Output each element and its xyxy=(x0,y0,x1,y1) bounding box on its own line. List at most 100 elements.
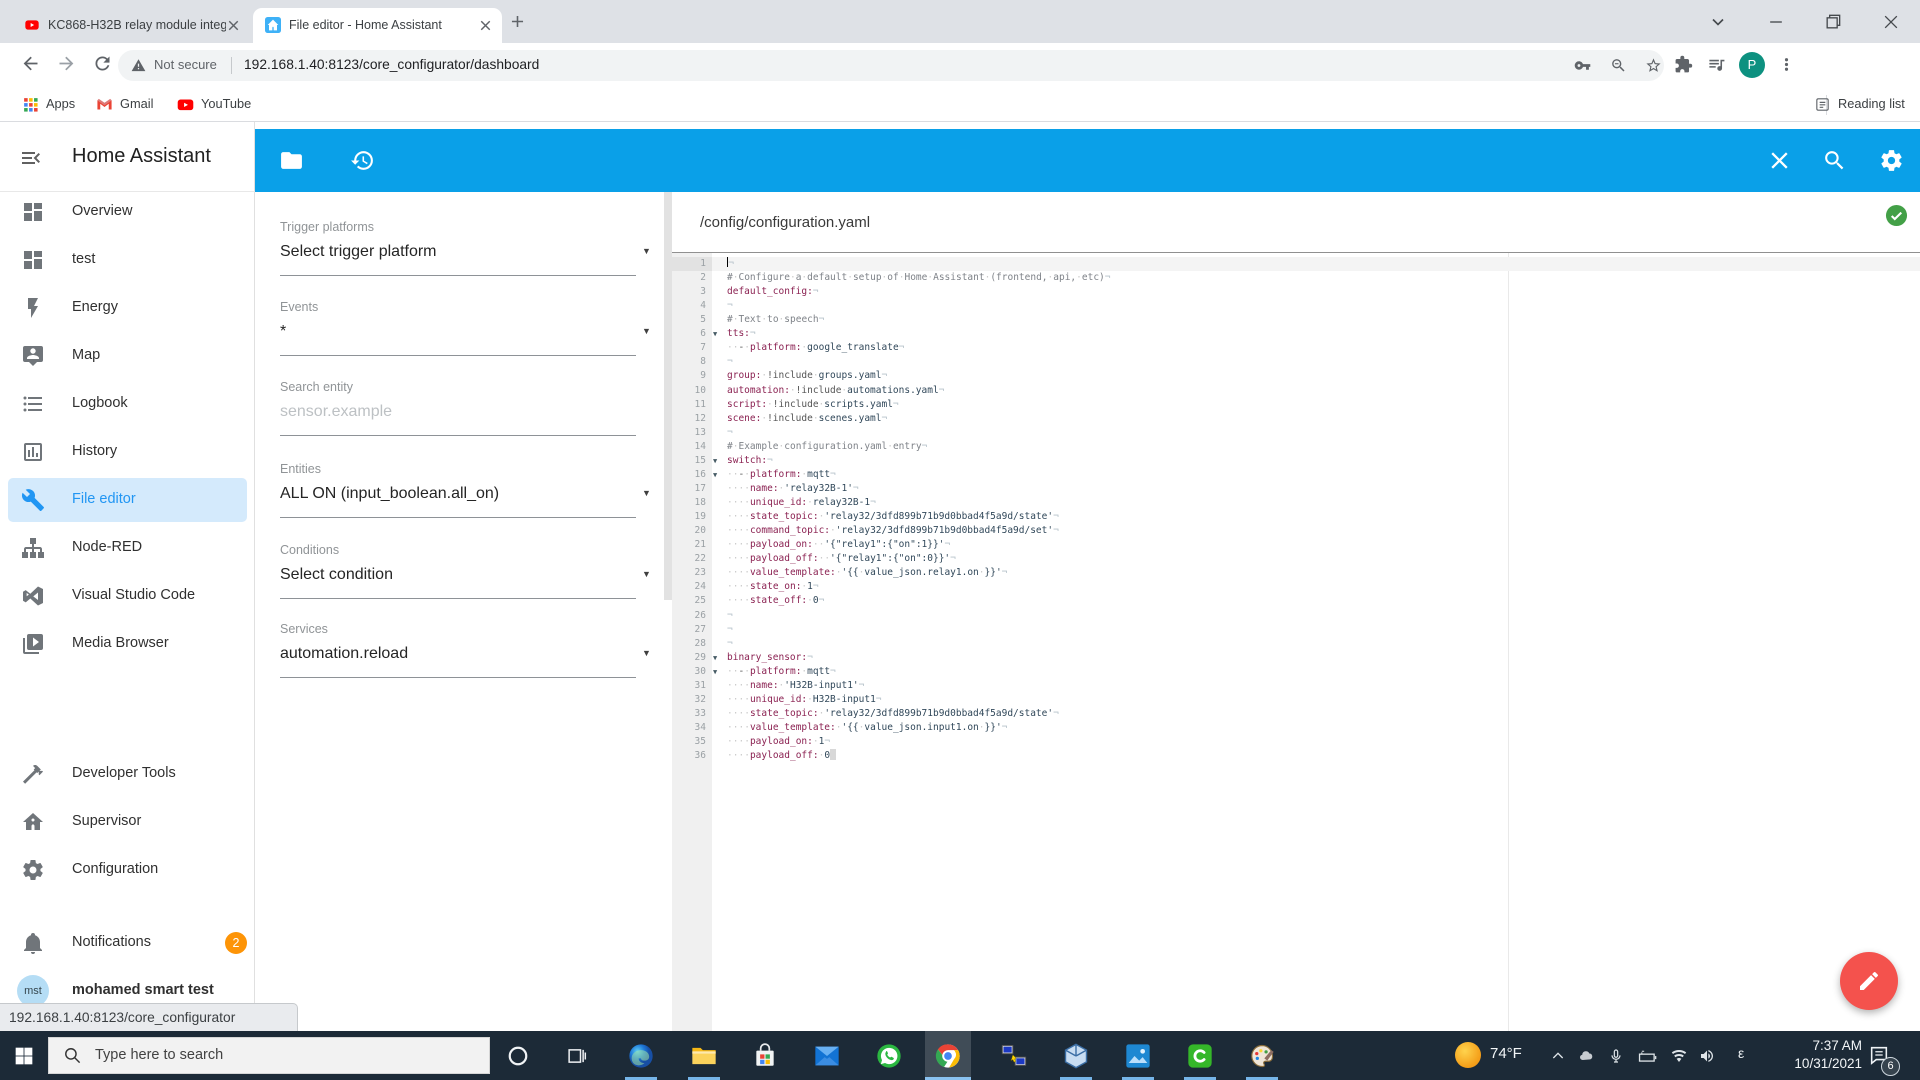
code-line-24[interactable]: 24····state_on:·1¬ xyxy=(672,580,1920,594)
code-line-4[interactable]: 4¬ xyxy=(672,299,1920,313)
wifi-icon[interactable] xyxy=(1671,1048,1687,1064)
sidebar-item-supervisor[interactable]: Supervisor xyxy=(8,800,247,844)
settings-gear-icon[interactable] xyxy=(1879,148,1904,173)
sidebar-item-energy[interactable]: Energy xyxy=(8,286,247,330)
fold-arrow-icon[interactable]: ▼ xyxy=(713,468,717,482)
dropdown-arrow-icon[interactable]: ▼ xyxy=(642,326,651,336)
battery-icon[interactable] xyxy=(1638,1048,1658,1064)
sidebar-item-configuration[interactable]: Configuration xyxy=(8,848,247,892)
fold-arrow-icon[interactable]: ▼ xyxy=(713,665,717,679)
code-line-32[interactable]: 32····unique_id:·H32B-input1¬ xyxy=(672,693,1920,707)
taskbar-app-chrome[interactable] xyxy=(925,1031,971,1080)
code-line-34[interactable]: 34····value_template:·'{{·value_json.inp… xyxy=(672,721,1920,735)
window-minimize-button[interactable] xyxy=(1766,12,1786,32)
taskbar-search-box[interactable]: Type here to search xyxy=(48,1037,490,1074)
code-line-25[interactable]: 25····state_off:·0¬ xyxy=(672,594,1920,608)
folder-icon[interactable] xyxy=(279,148,304,173)
microphone-icon[interactable] xyxy=(1608,1048,1624,1064)
password-key-icon[interactable] xyxy=(1574,57,1591,74)
not-secure-icon[interactable] xyxy=(131,58,146,73)
code-line-1[interactable]: 1¬ xyxy=(672,257,1920,271)
extensions-icon[interactable] xyxy=(1674,55,1693,74)
dropdown-arrow-icon[interactable]: ▼ xyxy=(642,648,651,658)
code-line-23[interactable]: 23····value_template:·'{{·value_json.rel… xyxy=(672,566,1920,580)
language-indicator[interactable]: ε xyxy=(1738,1045,1744,1061)
zoom-out-icon[interactable] xyxy=(1610,57,1627,74)
sidebar-item-map[interactable]: Map xyxy=(8,334,247,378)
field-value[interactable]: Select trigger platform xyxy=(280,243,437,261)
history-icon[interactable] xyxy=(350,148,375,173)
window-close-button[interactable] xyxy=(1881,12,1901,32)
weather-icon[interactable] xyxy=(1455,1042,1481,1068)
code-line-7[interactable]: 7··-·platform:·google_translate¬ xyxy=(672,341,1920,355)
field-search-entity[interactable]: Search entitysensor.example xyxy=(280,378,636,430)
taskbar-app-file-explorer[interactable] xyxy=(681,1031,727,1080)
back-button[interactable] xyxy=(20,53,41,74)
code-line-21[interactable]: 21····payload_on:··'{"relay1":{"on":1}}'… xyxy=(672,538,1920,552)
taskbar-app-whatsapp[interactable] xyxy=(866,1031,912,1080)
field-value[interactable]: ALL ON (input_boolean.all_on) xyxy=(280,485,499,503)
profile-avatar[interactable]: P xyxy=(1739,52,1765,78)
taskbar-app-remote-desktop[interactable] xyxy=(991,1031,1037,1080)
code-line-27[interactable]: 27¬ xyxy=(672,623,1920,637)
edit-fab-button[interactable] xyxy=(1840,952,1898,1010)
code-line-10[interactable]: 10automation:·!include·automations.yaml¬ xyxy=(672,384,1920,398)
code-line-35[interactable]: 35····payload_on:·1¬ xyxy=(672,735,1920,749)
field-events[interactable]: Events*▼ xyxy=(280,298,636,350)
start-button[interactable] xyxy=(14,1046,34,1066)
volume-icon[interactable] xyxy=(1699,1048,1715,1064)
dropdown-arrow-icon[interactable]: ▼ xyxy=(642,246,651,256)
field-entities[interactable]: EntitiesALL ON (input_boolean.all_on)▼ xyxy=(280,460,636,512)
code-line-31[interactable]: 31····name:·'H32B-input1'¬ xyxy=(672,679,1920,693)
code-line-16[interactable]: 16▼··-·platform:·mqtt¬ xyxy=(672,468,1920,482)
menu-toggle-icon[interactable] xyxy=(19,146,43,170)
temperature-label[interactable]: 74°F xyxy=(1490,1045,1522,1062)
fold-arrow-icon[interactable]: ▼ xyxy=(713,454,717,468)
bookmark-apps[interactable]: Apps xyxy=(46,96,75,114)
field-value[interactable]: automation.reload xyxy=(280,645,408,663)
field-value[interactable]: sensor.example xyxy=(280,403,392,421)
code-line-33[interactable]: 33····state_topic:·'relay32/3dfd899b71b9… xyxy=(672,707,1920,721)
code-line-18[interactable]: 18····unique_id:·relay32B-1¬ xyxy=(672,496,1920,510)
tab-close-icon[interactable] xyxy=(225,17,242,34)
refresh-button[interactable] xyxy=(92,53,113,74)
code-line-28[interactable]: 28¬ xyxy=(672,637,1920,651)
onedrive-icon[interactable] xyxy=(1578,1048,1594,1064)
code-line-20[interactable]: 20····command_topic:·'relay32/3dfd899b71… xyxy=(672,524,1920,538)
code-line-6[interactable]: 6▼tts:¬ xyxy=(672,327,1920,341)
code-line-14[interactable]: 14#·Example·configuration.yaml·entry¬ xyxy=(672,440,1920,454)
field-trigger-platforms[interactable]: Trigger platformsSelect trigger platform… xyxy=(280,218,636,270)
bookmark-youtube[interactable]: YouTube xyxy=(201,96,251,114)
new-tab-button[interactable] xyxy=(508,12,527,31)
taskbar-clock[interactable]: 7:37 AM10/31/2021 xyxy=(1756,1037,1862,1073)
code-line-5[interactable]: 5#·Text·to·speech¬ xyxy=(672,313,1920,327)
taskbar-app-edge[interactable] xyxy=(618,1031,664,1080)
url-text[interactable]: 192.168.1.40:8123/core_configurator/dash… xyxy=(244,57,539,72)
code-line-19[interactable]: 19····state_topic:·'relay32/3dfd899b71b9… xyxy=(672,510,1920,524)
code-line-17[interactable]: 17····name:·'relay32B-1'¬ xyxy=(672,482,1920,496)
taskbar-app-store[interactable] xyxy=(742,1031,788,1080)
fold-arrow-icon[interactable]: ▼ xyxy=(713,327,717,341)
tray-chevron-icon[interactable] xyxy=(1550,1048,1566,1064)
media-queue-icon[interactable] xyxy=(1707,55,1726,74)
taskbar-app-camtasia[interactable] xyxy=(1177,1031,1223,1080)
taskbar-app-mail[interactable] xyxy=(804,1031,850,1080)
sidebar-item-logbook[interactable]: Logbook xyxy=(8,382,247,426)
taskbar-app-photos[interactable] xyxy=(1115,1031,1161,1080)
sidebar-item-test[interactable]: test xyxy=(8,238,247,282)
search-icon[interactable] xyxy=(1822,148,1847,173)
window-restore-button[interactable] xyxy=(1823,12,1843,32)
field-services[interactable]: Servicesautomation.reload▼ xyxy=(280,620,636,672)
menu-dots-icon[interactable] xyxy=(1777,55,1796,74)
code-line-8[interactable]: 8¬ xyxy=(672,355,1920,369)
code-line-30[interactable]: 30▼··-·platform:·mqtt¬ xyxy=(672,665,1920,679)
sidebar-item-node-red[interactable]: Node-RED xyxy=(8,526,247,570)
dropdown-arrow-icon[interactable]: ▼ xyxy=(642,488,651,498)
field-value[interactable]: * xyxy=(280,323,286,341)
sidebar-item-developer-tools[interactable]: Developer Tools xyxy=(8,752,247,796)
code-line-2[interactable]: 2#·Configure·a·default·setup·of·Home·Ass… xyxy=(672,271,1920,285)
close-icon[interactable] xyxy=(1767,148,1792,173)
sidebar-item-visual-studio-code[interactable]: Visual Studio Code xyxy=(8,574,247,618)
code-line-12[interactable]: 12scene:·!include·scenes.yaml¬ xyxy=(672,412,1920,426)
address-bar[interactable]: Not secure 192.168.1.40:8123/core_config… xyxy=(118,50,1664,81)
